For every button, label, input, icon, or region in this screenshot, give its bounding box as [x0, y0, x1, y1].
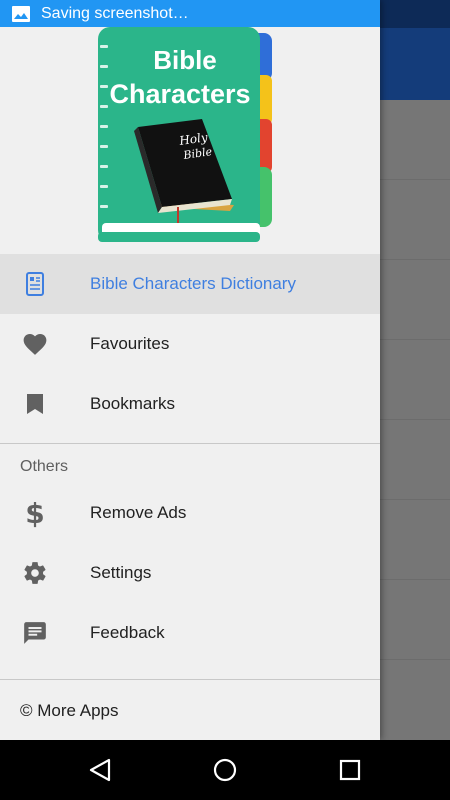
- footer-divider: [0, 679, 380, 680]
- back-triangle-icon: [89, 758, 111, 782]
- background-list-row: [380, 580, 450, 660]
- background-list-row: [380, 420, 450, 500]
- logo-title-line1: Bible: [153, 45, 217, 75]
- menu-item-label: Feedback: [90, 623, 165, 642]
- menu-item-label: Settings: [90, 563, 152, 582]
- navigation-drawer: Saving screenshot… Bible Characters Holy…: [0, 0, 380, 740]
- image-icon: [12, 5, 30, 22]
- gear-icon: [20, 558, 50, 588]
- drawer-header: Bible Characters Holy Bible: [0, 27, 380, 254]
- menu-item-feedback[interactable]: Feedback: [0, 603, 380, 663]
- menu-item-settings[interactable]: Settings: [0, 543, 380, 603]
- menu-item-label: Bible Characters Dictionary: [90, 274, 296, 293]
- dollar-icon: $: [20, 498, 50, 528]
- heart-icon: [20, 329, 50, 359]
- menu-item-label: Remove Ads: [90, 503, 187, 522]
- more-apps-link[interactable]: © More Apps: [20, 701, 119, 721]
- menu-item-label: Favourites: [90, 334, 170, 353]
- feedback-icon: [20, 618, 50, 648]
- menu-item-bible-characters-dictionary[interactable]: Bible Characters Dictionary: [0, 254, 380, 314]
- background-list-row: [380, 340, 450, 420]
- recents-button[interactable]: [334, 754, 366, 786]
- app-logo: Bible Characters Holy Bible: [98, 27, 272, 242]
- section-label-others: Others: [20, 458, 69, 475]
- dictionary-icon: [20, 269, 50, 299]
- home-circle-icon: [213, 758, 237, 782]
- background-list-row: [380, 260, 450, 340]
- notification-bar: Saving screenshot…: [0, 0, 380, 27]
- svg-text:$: $: [25, 498, 44, 528]
- logo-title-line2: Characters: [109, 79, 250, 109]
- back-button[interactable]: [84, 754, 116, 786]
- background-list-row: [380, 180, 450, 260]
- menu-item-bookmarks[interactable]: Bookmarks: [0, 374, 380, 434]
- menu-item-remove-ads[interactable]: $ Remove Ads: [0, 483, 380, 543]
- menu-item-favourites[interactable]: Favourites: [0, 314, 380, 374]
- bookmark-icon: [20, 389, 50, 419]
- background-list-row: [380, 100, 450, 180]
- menu-divider: [0, 443, 380, 444]
- system-navigation-bar: [0, 740, 450, 800]
- background-list-row: [380, 500, 450, 580]
- notification-text: Saving screenshot…: [41, 4, 189, 22]
- home-button[interactable]: [209, 754, 241, 786]
- recents-square-icon: [339, 759, 361, 781]
- menu-item-label: Bookmarks: [90, 394, 176, 413]
